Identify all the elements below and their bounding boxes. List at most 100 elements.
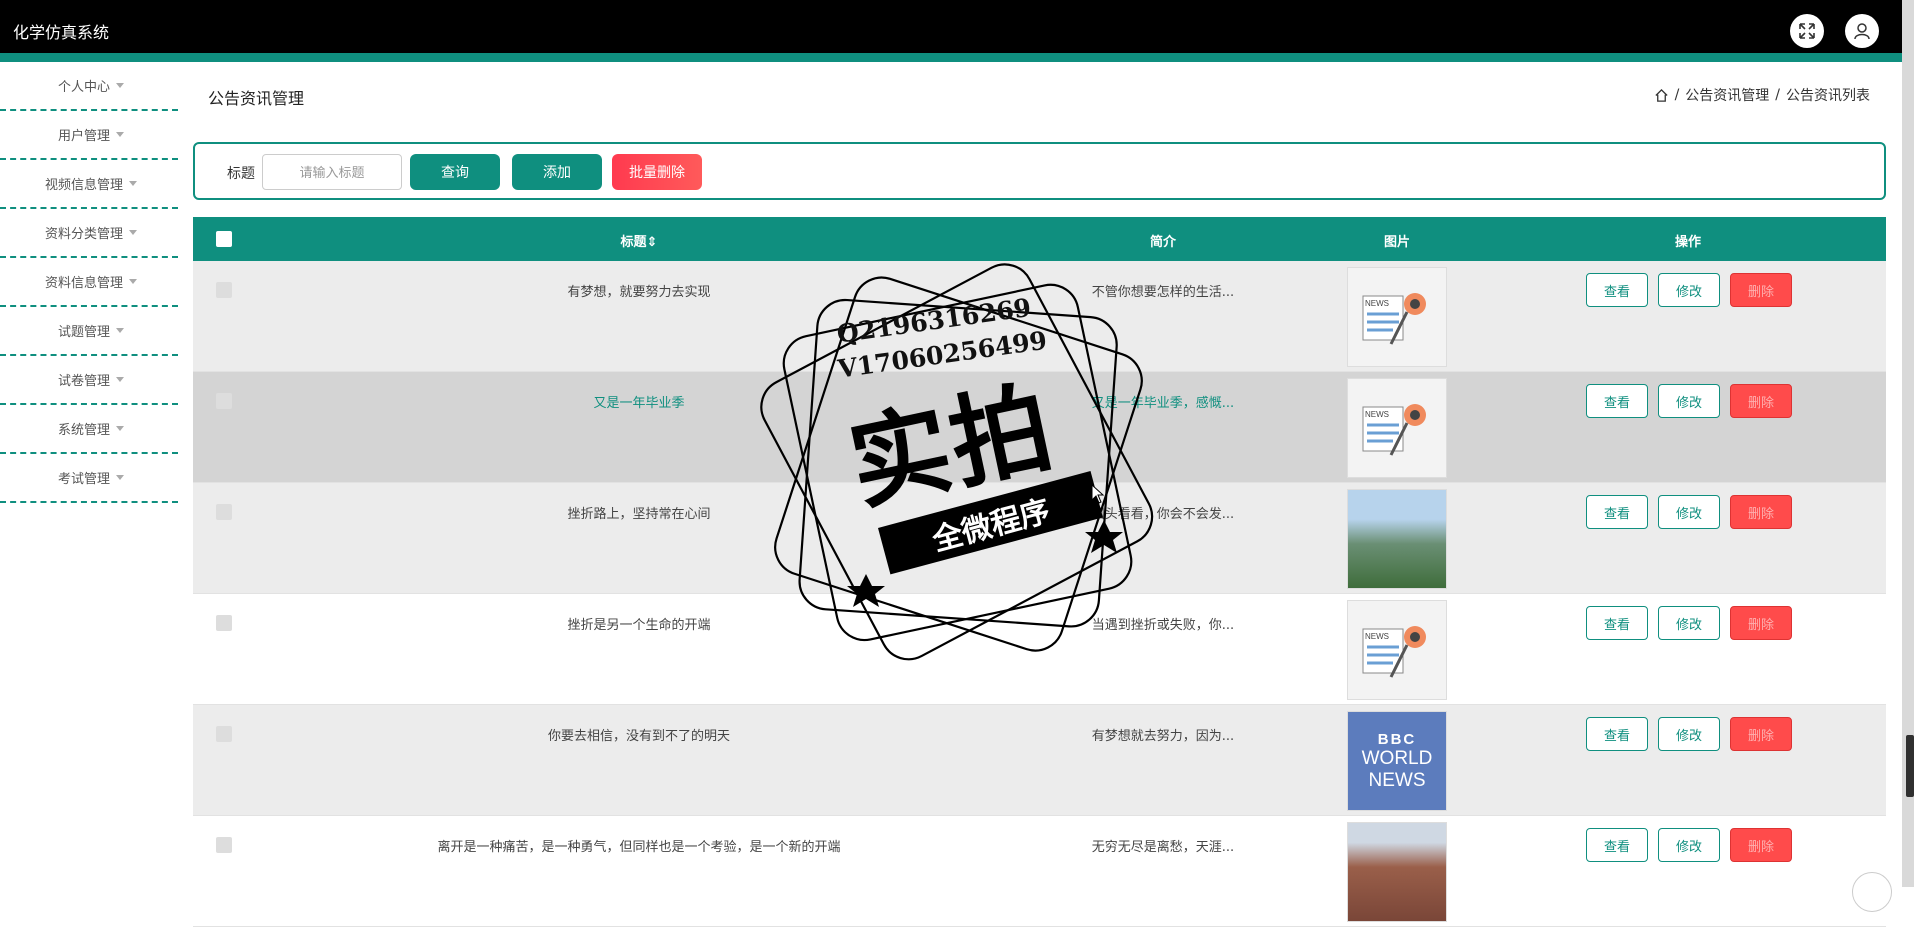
caret-down-icon: [116, 426, 124, 431]
bbc-line2: NEWS: [1368, 769, 1426, 791]
building-photo: [1347, 489, 1447, 589]
sidebar-item-label: 试卷管理: [57, 374, 110, 389]
delete-button[interactable]: 删除: [1730, 495, 1792, 529]
column-header-image: 图片: [1383, 235, 1411, 250]
row-checkbox[interactable]: [216, 837, 232, 853]
edit-button[interactable]: 修改: [1658, 384, 1720, 418]
caret-down-icon: [116, 475, 124, 480]
row-checkbox[interactable]: [216, 282, 232, 298]
bbc-world-news-image: BBC WORLD NEWS: [1347, 711, 1447, 811]
sidebar-item-personal-center[interactable]: 个人中心: [0, 62, 178, 111]
add-button[interactable]: 添加: [512, 154, 602, 190]
view-button[interactable]: 查看: [1586, 606, 1648, 640]
row-checkbox[interactable]: [216, 393, 232, 409]
row-intro: 回头看看，你会不会发...: [1091, 507, 1235, 522]
row-checkbox[interactable]: [216, 504, 232, 520]
delete-button[interactable]: 删除: [1730, 717, 1792, 751]
svg-text:NEWS: NEWS: [1365, 632, 1389, 641]
view-button[interactable]: 查看: [1586, 828, 1648, 862]
back-to-top-button[interactable]: [1852, 872, 1892, 912]
batch-delete-button[interactable]: 批量删除: [612, 154, 702, 190]
news-icon: NEWS: [1347, 378, 1447, 478]
top-bar: 化学仿真系统: [0, 0, 1902, 53]
sidebar: 个人中心 用户管理 视频信息管理 资料分类管理 资料信息管理 试题管理 试卷管理…: [0, 62, 178, 503]
sidebar-item-user-management[interactable]: 用户管理: [0, 111, 178, 160]
sidebar-item-system-management[interactable]: 系统管理: [0, 405, 178, 454]
announcement-table: 标题⇕ 简介 图片 操作 有梦想，就要努力去实现 不管你想要怎样的生活... N…: [193, 217, 1886, 927]
breadcrumb-level2: 公告资讯列表: [1786, 88, 1870, 104]
edit-button[interactable]: 修改: [1658, 273, 1720, 307]
view-button[interactable]: 查看: [1586, 495, 1648, 529]
search-title-label: 标题: [227, 166, 255, 182]
caret-down-icon: [129, 279, 137, 284]
table-header: 标题⇕ 简介 图片 操作: [193, 217, 1886, 261]
delete-button[interactable]: 删除: [1730, 384, 1792, 418]
scrollbar-thumb[interactable]: [1906, 735, 1914, 797]
sidebar-item-material-category[interactable]: 资料分类管理: [0, 209, 178, 258]
row-checkbox[interactable]: [216, 615, 232, 631]
column-header-actions: 操作: [1674, 235, 1702, 250]
row-intro: 不管你想要怎样的生活...: [1091, 285, 1235, 300]
edit-button[interactable]: 修改: [1658, 717, 1720, 751]
caret-down-icon: [116, 83, 124, 88]
select-all-checkbox[interactable]: [216, 231, 232, 247]
expand-icon[interactable]: [1790, 14, 1824, 48]
caret-down-icon: [116, 328, 124, 333]
breadcrumb-separator: /: [1674, 87, 1680, 103]
edit-button[interactable]: 修改: [1658, 828, 1720, 862]
table-row: 挫折是另一个生命的开端 当遇到挫折或失败，你... NEWS 查看 修改 删除: [193, 594, 1886, 705]
bbc-line1: WORLD: [1361, 747, 1433, 769]
sort-icon[interactable]: ⇕: [647, 235, 658, 250]
page-title: 公告资讯管理: [208, 89, 305, 108]
sidebar-item-material-info[interactable]: 资料信息管理: [0, 258, 178, 307]
home-icon[interactable]: [1654, 88, 1669, 103]
sidebar-item-paper-management[interactable]: 试卷管理: [0, 356, 178, 405]
sidebar-item-question-management[interactable]: 试题管理: [0, 307, 178, 356]
row-title: 挫折路上，坚持常在心间: [567, 507, 711, 522]
row-title: 有梦想，就要努力去实现: [567, 285, 711, 300]
sidebar-item-video-info[interactable]: 视频信息管理: [0, 160, 178, 209]
svg-text:NEWS: NEWS: [1365, 410, 1389, 419]
sidebar-item-exam-management[interactable]: 考试管理: [0, 454, 178, 503]
title-search-input[interactable]: [262, 154, 402, 190]
delete-button[interactable]: 删除: [1730, 606, 1792, 640]
sidebar-item-label: 试题管理: [57, 325, 110, 340]
sidebar-item-label: 资料信息管理: [44, 276, 123, 291]
app-title: 化学仿真系统: [13, 23, 110, 42]
search-panel: 标题 查询 添加 批量删除: [193, 142, 1886, 200]
news-icon: NEWS: [1347, 600, 1447, 700]
header-accent-stripe: [0, 53, 1902, 62]
campus-photo: [1347, 822, 1447, 922]
table-row: 离开是一种痛苦，是一种勇气，但同样也是一个考验，是一个新的开端 无穷无尽是离愁，…: [193, 816, 1886, 927]
row-intro: 无穷无尽是离愁，天涯...: [1091, 840, 1235, 855]
row-title: 离开是一种痛苦，是一种勇气，但同样也是一个考验，是一个新的开端: [437, 840, 841, 855]
sidebar-item-label: 个人中心: [57, 80, 110, 95]
sidebar-item-label: 视频信息管理: [44, 178, 123, 193]
row-intro: 有梦想就去努力，因为...: [1091, 729, 1235, 744]
row-intro: 又是一年毕业季，感慨...: [1091, 396, 1235, 411]
sidebar-item-label: 资料分类管理: [44, 227, 123, 242]
user-icon[interactable]: [1845, 14, 1879, 48]
row-title: 挫折是另一个生命的开端: [567, 618, 711, 633]
row-intro: 当遇到挫折或失败，你...: [1091, 618, 1235, 633]
view-button[interactable]: 查看: [1586, 273, 1648, 307]
row-checkbox[interactable]: [216, 726, 232, 742]
edit-button[interactable]: 修改: [1658, 495, 1720, 529]
sidebar-item-label: 用户管理: [57, 129, 110, 144]
delete-button[interactable]: 删除: [1730, 273, 1792, 307]
sidebar-item-label: 系统管理: [57, 423, 110, 438]
bbc-logo-text: BBC: [1377, 730, 1417, 748]
column-header-intro: 简介: [1149, 235, 1177, 250]
caret-down-icon: [129, 181, 137, 186]
sidebar-item-label: 考试管理: [57, 472, 110, 487]
news-icon: NEWS: [1347, 267, 1447, 367]
view-button[interactable]: 查看: [1586, 717, 1648, 751]
breadcrumb-level1[interactable]: 公告资讯管理: [1685, 85, 1769, 105]
caret-down-icon: [129, 230, 137, 235]
column-header-title[interactable]: 标题⇕: [621, 231, 658, 250]
svg-text:NEWS: NEWS: [1365, 299, 1389, 308]
edit-button[interactable]: 修改: [1658, 606, 1720, 640]
view-button[interactable]: 查看: [1586, 384, 1648, 418]
delete-button[interactable]: 删除: [1730, 828, 1792, 862]
query-button[interactable]: 查询: [410, 154, 500, 190]
